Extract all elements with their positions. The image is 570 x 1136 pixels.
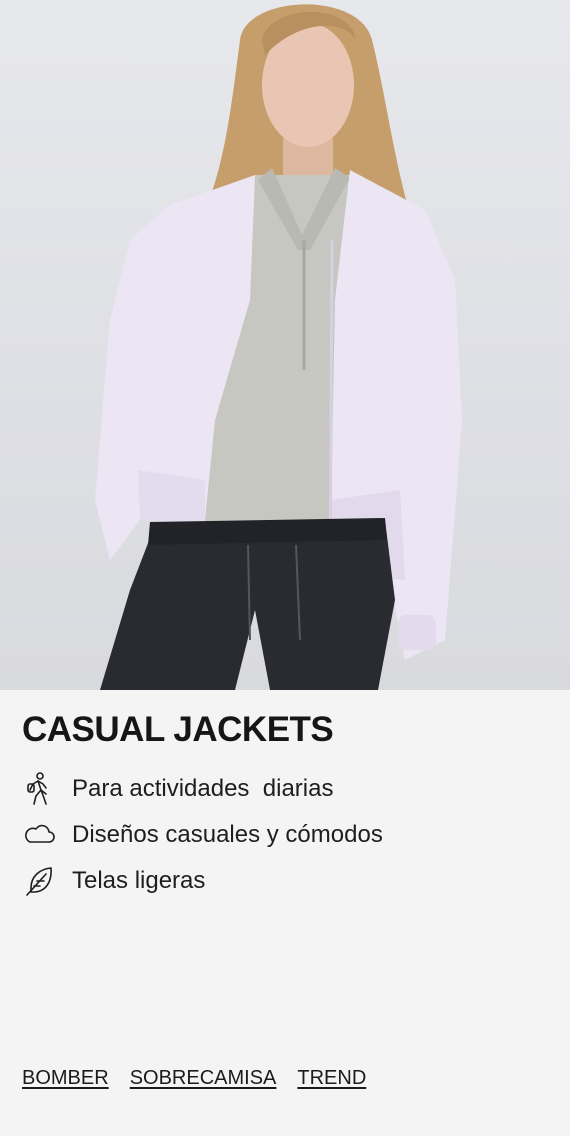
link-bomber[interactable]: BOMBER	[22, 1067, 109, 1090]
product-card: CASUAL JACKETS Para actividades diarias	[0, 0, 570, 1136]
feather-icon	[22, 864, 56, 898]
cloud-icon	[22, 818, 56, 852]
link-trend[interactable]: TREND	[297, 1067, 366, 1090]
hiker-icon	[22, 772, 56, 806]
product-image[interactable]	[0, 0, 570, 690]
feature-text: Diseños casuales y cómodos	[72, 821, 383, 848]
feature-list: Para actividades diarias Diseños casuale…	[22, 766, 383, 904]
model-illustration	[95, 4, 462, 690]
collection-title: CASUAL JACKETS	[22, 710, 334, 749]
feature-item: Diseños casuales y cómodos	[22, 812, 383, 858]
feature-text: Para actividades diarias	[72, 775, 334, 802]
feature-item: Telas ligeras	[22, 858, 383, 904]
feature-text: Telas ligeras	[72, 867, 206, 894]
category-links: BOMBER SOBRECAMISA TREND	[22, 1067, 366, 1090]
feature-item: Para actividades diarias	[22, 766, 383, 812]
link-sobrecamisa[interactable]: SOBRECAMISA	[130, 1067, 277, 1090]
product-info: CASUAL JACKETS Para actividades diarias	[0, 690, 570, 1136]
